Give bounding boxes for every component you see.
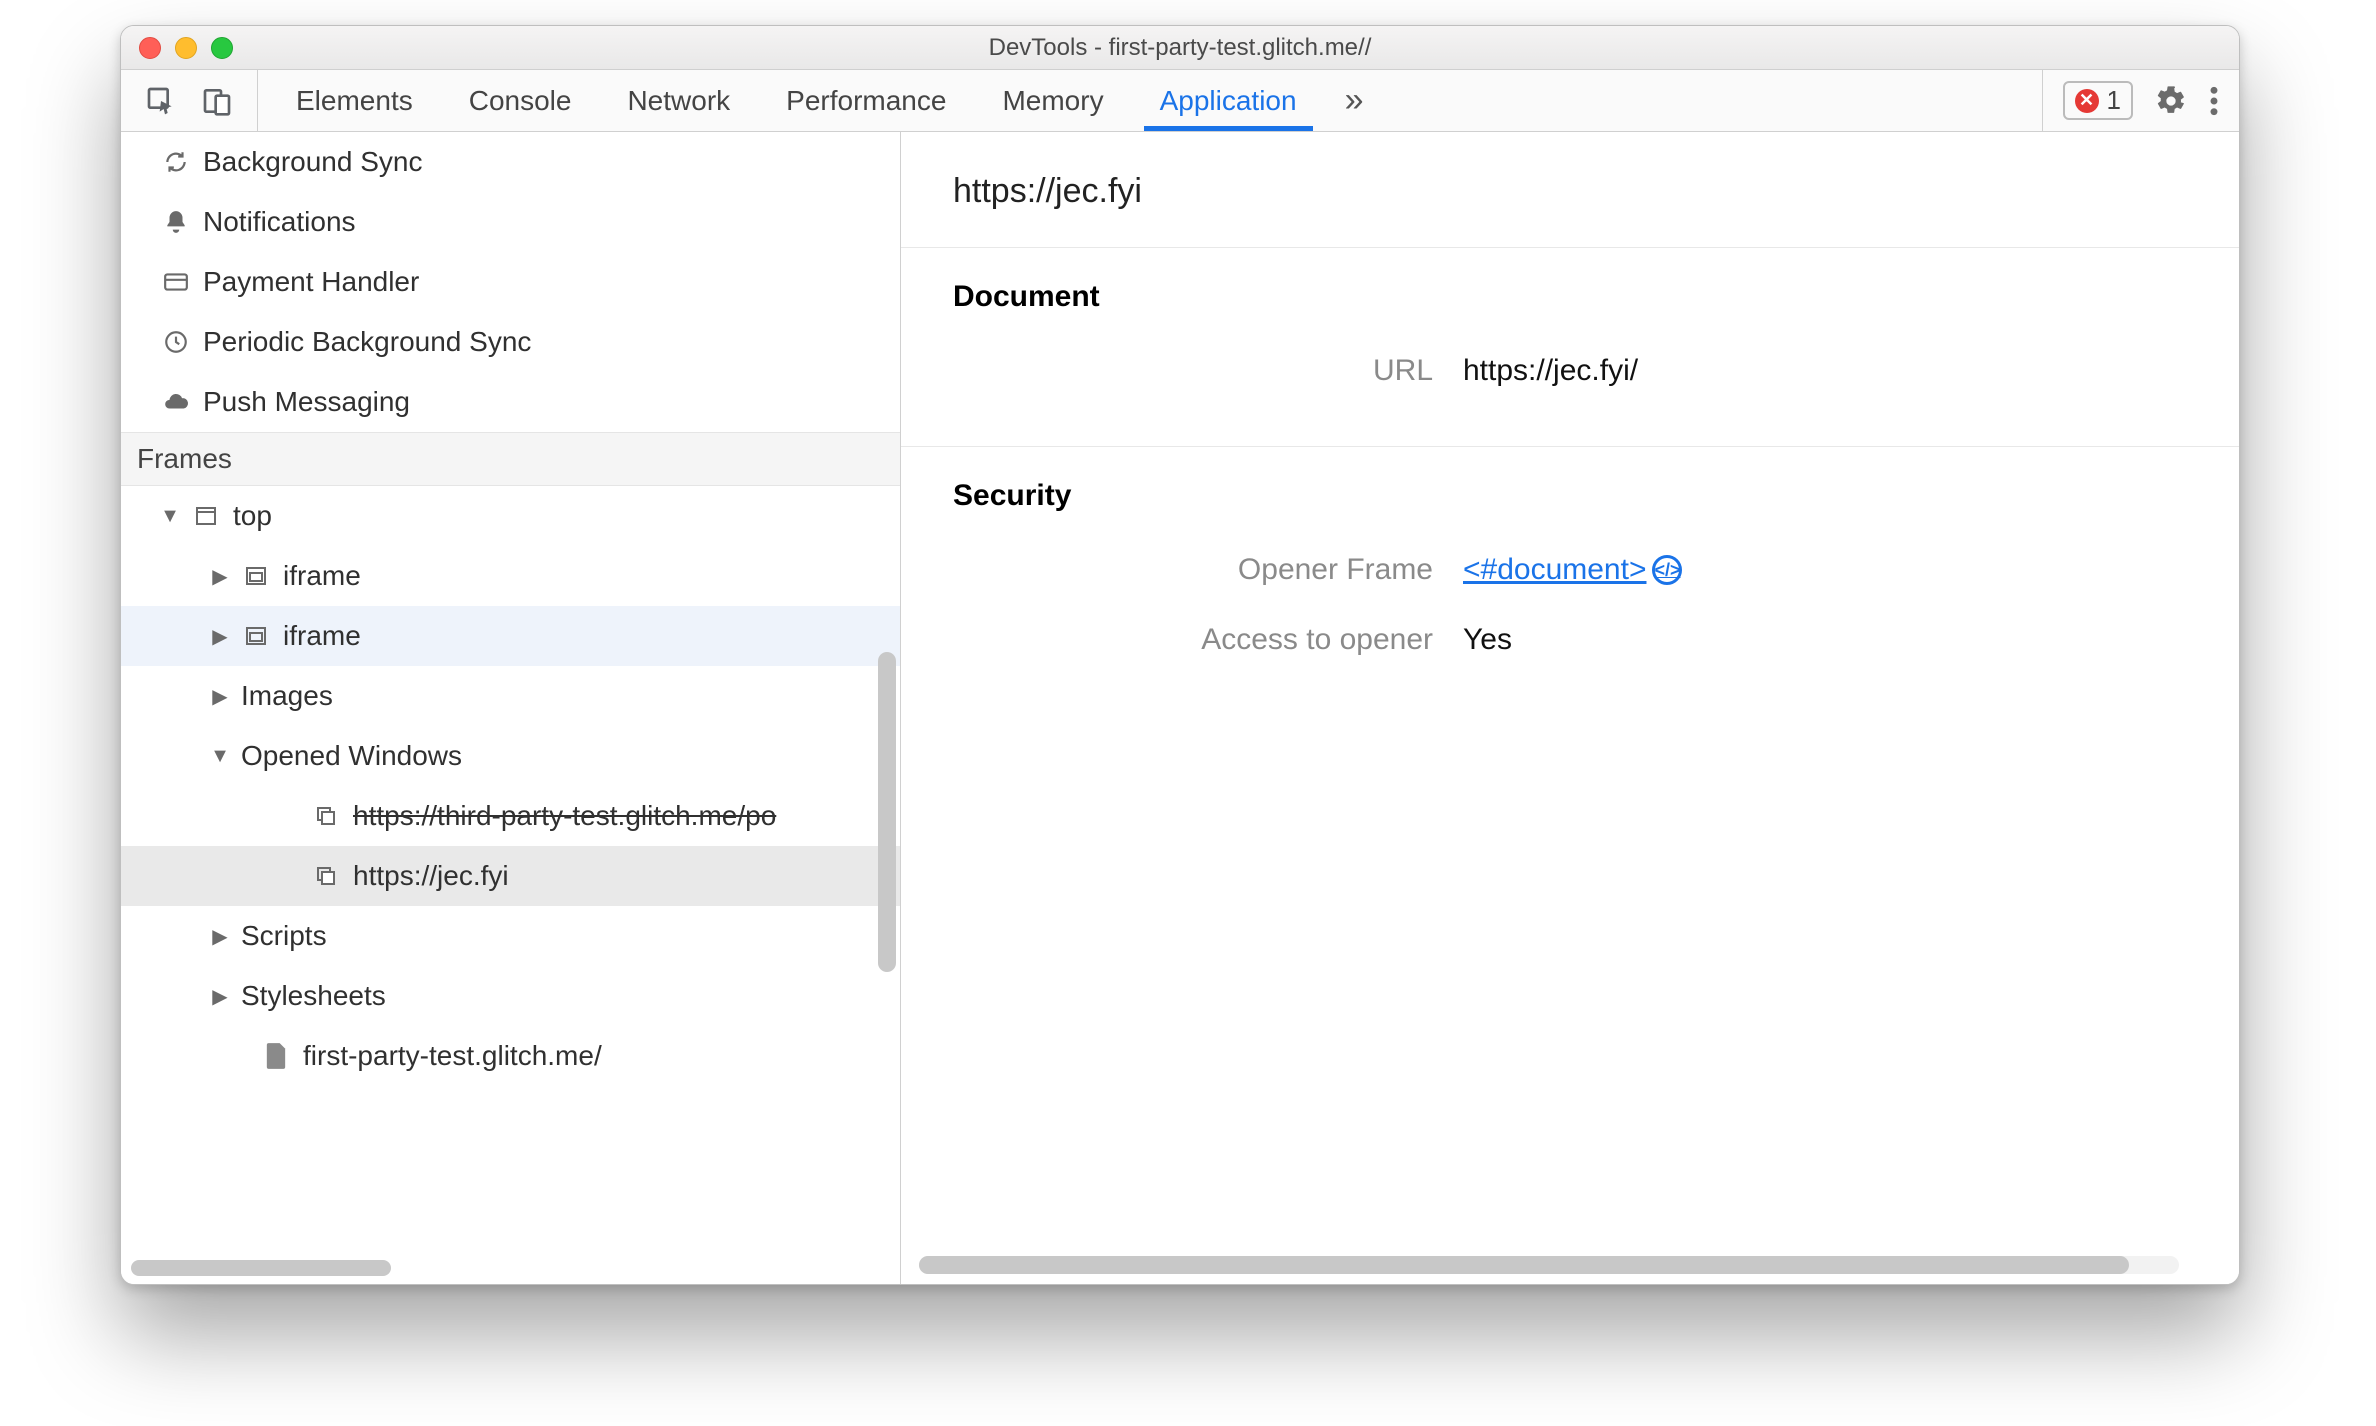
tree-item-top[interactable]: ▼ top: [121, 486, 900, 546]
opener-frame-value: <#document>: [1463, 553, 1646, 587]
tree-item-document[interactable]: first-party-test.glitch.me/: [121, 1026, 900, 1086]
clock-icon: [161, 329, 191, 355]
tab-memory[interactable]: Memory: [974, 70, 1131, 131]
disclosure-triangle-closed-icon[interactable]: ▶: [211, 684, 229, 709]
devtools-window: DevTools - first-party-test.glitch.me// …: [120, 25, 2240, 1285]
cloud-icon: [161, 389, 191, 415]
tree-item-opened-window-selected[interactable]: https://jec.fyi: [121, 846, 900, 906]
tree-item-iframe[interactable]: ▶ iframe: [121, 606, 900, 666]
sidebar-item-notifications[interactable]: Notifications: [121, 192, 900, 252]
disclosure-triangle-open-icon[interactable]: ▼: [211, 745, 229, 768]
devtools-tabs: Elements Console Network Performance Mem…: [258, 70, 2042, 131]
bell-icon: [161, 209, 191, 235]
security-section-title: Security: [901, 479, 2239, 535]
inspect-element-icon[interactable]: [145, 85, 177, 117]
maximize-window-button[interactable]: [211, 37, 233, 59]
disclosure-triangle-closed-icon[interactable]: ▶: [211, 984, 229, 1009]
sidebar-item-periodic-background-sync[interactable]: Periodic Background Sync: [121, 312, 900, 372]
sidebar-item-label: Background Sync: [203, 146, 422, 178]
reveal-in-sources-icon[interactable]: </>: [1652, 555, 1682, 585]
sidebar-item-label: Notifications: [203, 206, 356, 238]
minimize-window-button[interactable]: [175, 37, 197, 59]
disclosure-triangle-closed-icon[interactable]: ▶: [211, 924, 229, 949]
tab-application[interactable]: Application: [1132, 70, 1325, 131]
iframe-icon: [241, 564, 271, 588]
access-to-opener-value: Yes: [1463, 623, 1512, 657]
sync-icon: [161, 149, 191, 175]
document-section: Document URL https://jec.fyi/: [901, 247, 2239, 446]
tree-item-label: https://third-party-test.glitch.me/po: [353, 800, 776, 832]
frame-icon: [191, 504, 221, 528]
tab-performance[interactable]: Performance: [758, 70, 974, 131]
tree-item-label: top: [233, 500, 272, 532]
iframe-icon: [241, 624, 271, 648]
more-options-icon[interactable]: [2209, 85, 2219, 117]
sidebar-item-payment-handler[interactable]: Payment Handler: [121, 252, 900, 312]
frame-heading: https://jec.fyi: [901, 132, 2239, 247]
error-count: 1: [2107, 85, 2121, 116]
opener-frame-link[interactable]: <#document> </>: [1463, 553, 1682, 587]
sidebar-scrollbar-horizontal[interactable]: [131, 1260, 391, 1276]
disclosure-triangle-closed-icon[interactable]: ▶: [211, 624, 229, 649]
document-icon: [261, 1043, 291, 1069]
sidebar-item-label: Push Messaging: [203, 386, 410, 418]
frame-details-panel: https://jec.fyi Document URL https://jec…: [901, 132, 2239, 1284]
application-sidebar: Background Sync Notifications Payment Ha…: [121, 132, 901, 1284]
window-controls: [139, 37, 233, 59]
settings-gear-icon[interactable]: [2155, 85, 2187, 117]
tree-item-label: iframe: [283, 560, 361, 592]
tab-console[interactable]: Console: [441, 70, 600, 131]
disclosure-triangle-closed-icon[interactable]: ▶: [211, 564, 229, 589]
url-label: URL: [953, 354, 1463, 388]
tabs-overflow-button[interactable]: »: [1325, 70, 1384, 131]
tree-item-label: iframe: [283, 620, 361, 652]
main-scrollbar-horizontal[interactable]: [919, 1256, 2179, 1274]
error-count-badge[interactable]: ✕ 1: [2063, 81, 2133, 120]
tree-item-label: Images: [241, 680, 333, 712]
tree-item-label: Stylesheets: [241, 980, 386, 1012]
tree-item-label: Scripts: [241, 920, 327, 952]
sidebar-item-push-messaging[interactable]: Push Messaging: [121, 372, 900, 432]
device-toolbar-icon[interactable]: [201, 85, 233, 117]
sidebar-item-background-sync[interactable]: Background Sync: [121, 132, 900, 192]
error-icon: ✕: [2075, 89, 2099, 113]
close-window-button[interactable]: [139, 37, 161, 59]
window-icon: [311, 864, 341, 888]
sidebar-scrollbar-vertical[interactable]: [878, 652, 896, 972]
devtools-toolbar: Elements Console Network Performance Mem…: [121, 70, 2239, 132]
tree-item-images[interactable]: ▶ Images: [121, 666, 900, 726]
tree-item-label: first-party-test.glitch.me/: [303, 1040, 602, 1072]
window-title: DevTools - first-party-test.glitch.me//: [121, 34, 2239, 62]
sidebar-item-label: Periodic Background Sync: [203, 326, 531, 358]
sidebar-category-frames: Frames: [121, 432, 900, 486]
tree-item-label: Opened Windows: [241, 740, 462, 772]
url-value: https://jec.fyi/: [1463, 354, 1638, 388]
card-icon: [161, 269, 191, 295]
access-to-opener-label: Access to opener: [953, 623, 1463, 657]
document-section-title: Document: [901, 280, 2239, 336]
tree-item-scripts[interactable]: ▶ Scripts: [121, 906, 900, 966]
tree-item-stylesheets[interactable]: ▶ Stylesheets: [121, 966, 900, 1026]
tab-elements[interactable]: Elements: [268, 70, 441, 131]
tree-item-iframe[interactable]: ▶ iframe: [121, 546, 900, 606]
opener-frame-label: Opener Frame: [953, 553, 1463, 587]
sidebar-item-label: Payment Handler: [203, 266, 419, 298]
tab-network[interactable]: Network: [599, 70, 758, 131]
tree-item-label: https://jec.fyi: [353, 860, 509, 892]
tree-item-opened-window[interactable]: https://third-party-test.glitch.me/po: [121, 786, 900, 846]
security-section: Security Opener Frame <#document> </> Ac…: [901, 446, 2239, 715]
tree-item-opened-windows[interactable]: ▼ Opened Windows: [121, 726, 900, 786]
window-titlebar: DevTools - first-party-test.glitch.me//: [121, 26, 2239, 70]
disclosure-triangle-open-icon[interactable]: ▼: [161, 505, 179, 528]
window-icon: [311, 804, 341, 828]
